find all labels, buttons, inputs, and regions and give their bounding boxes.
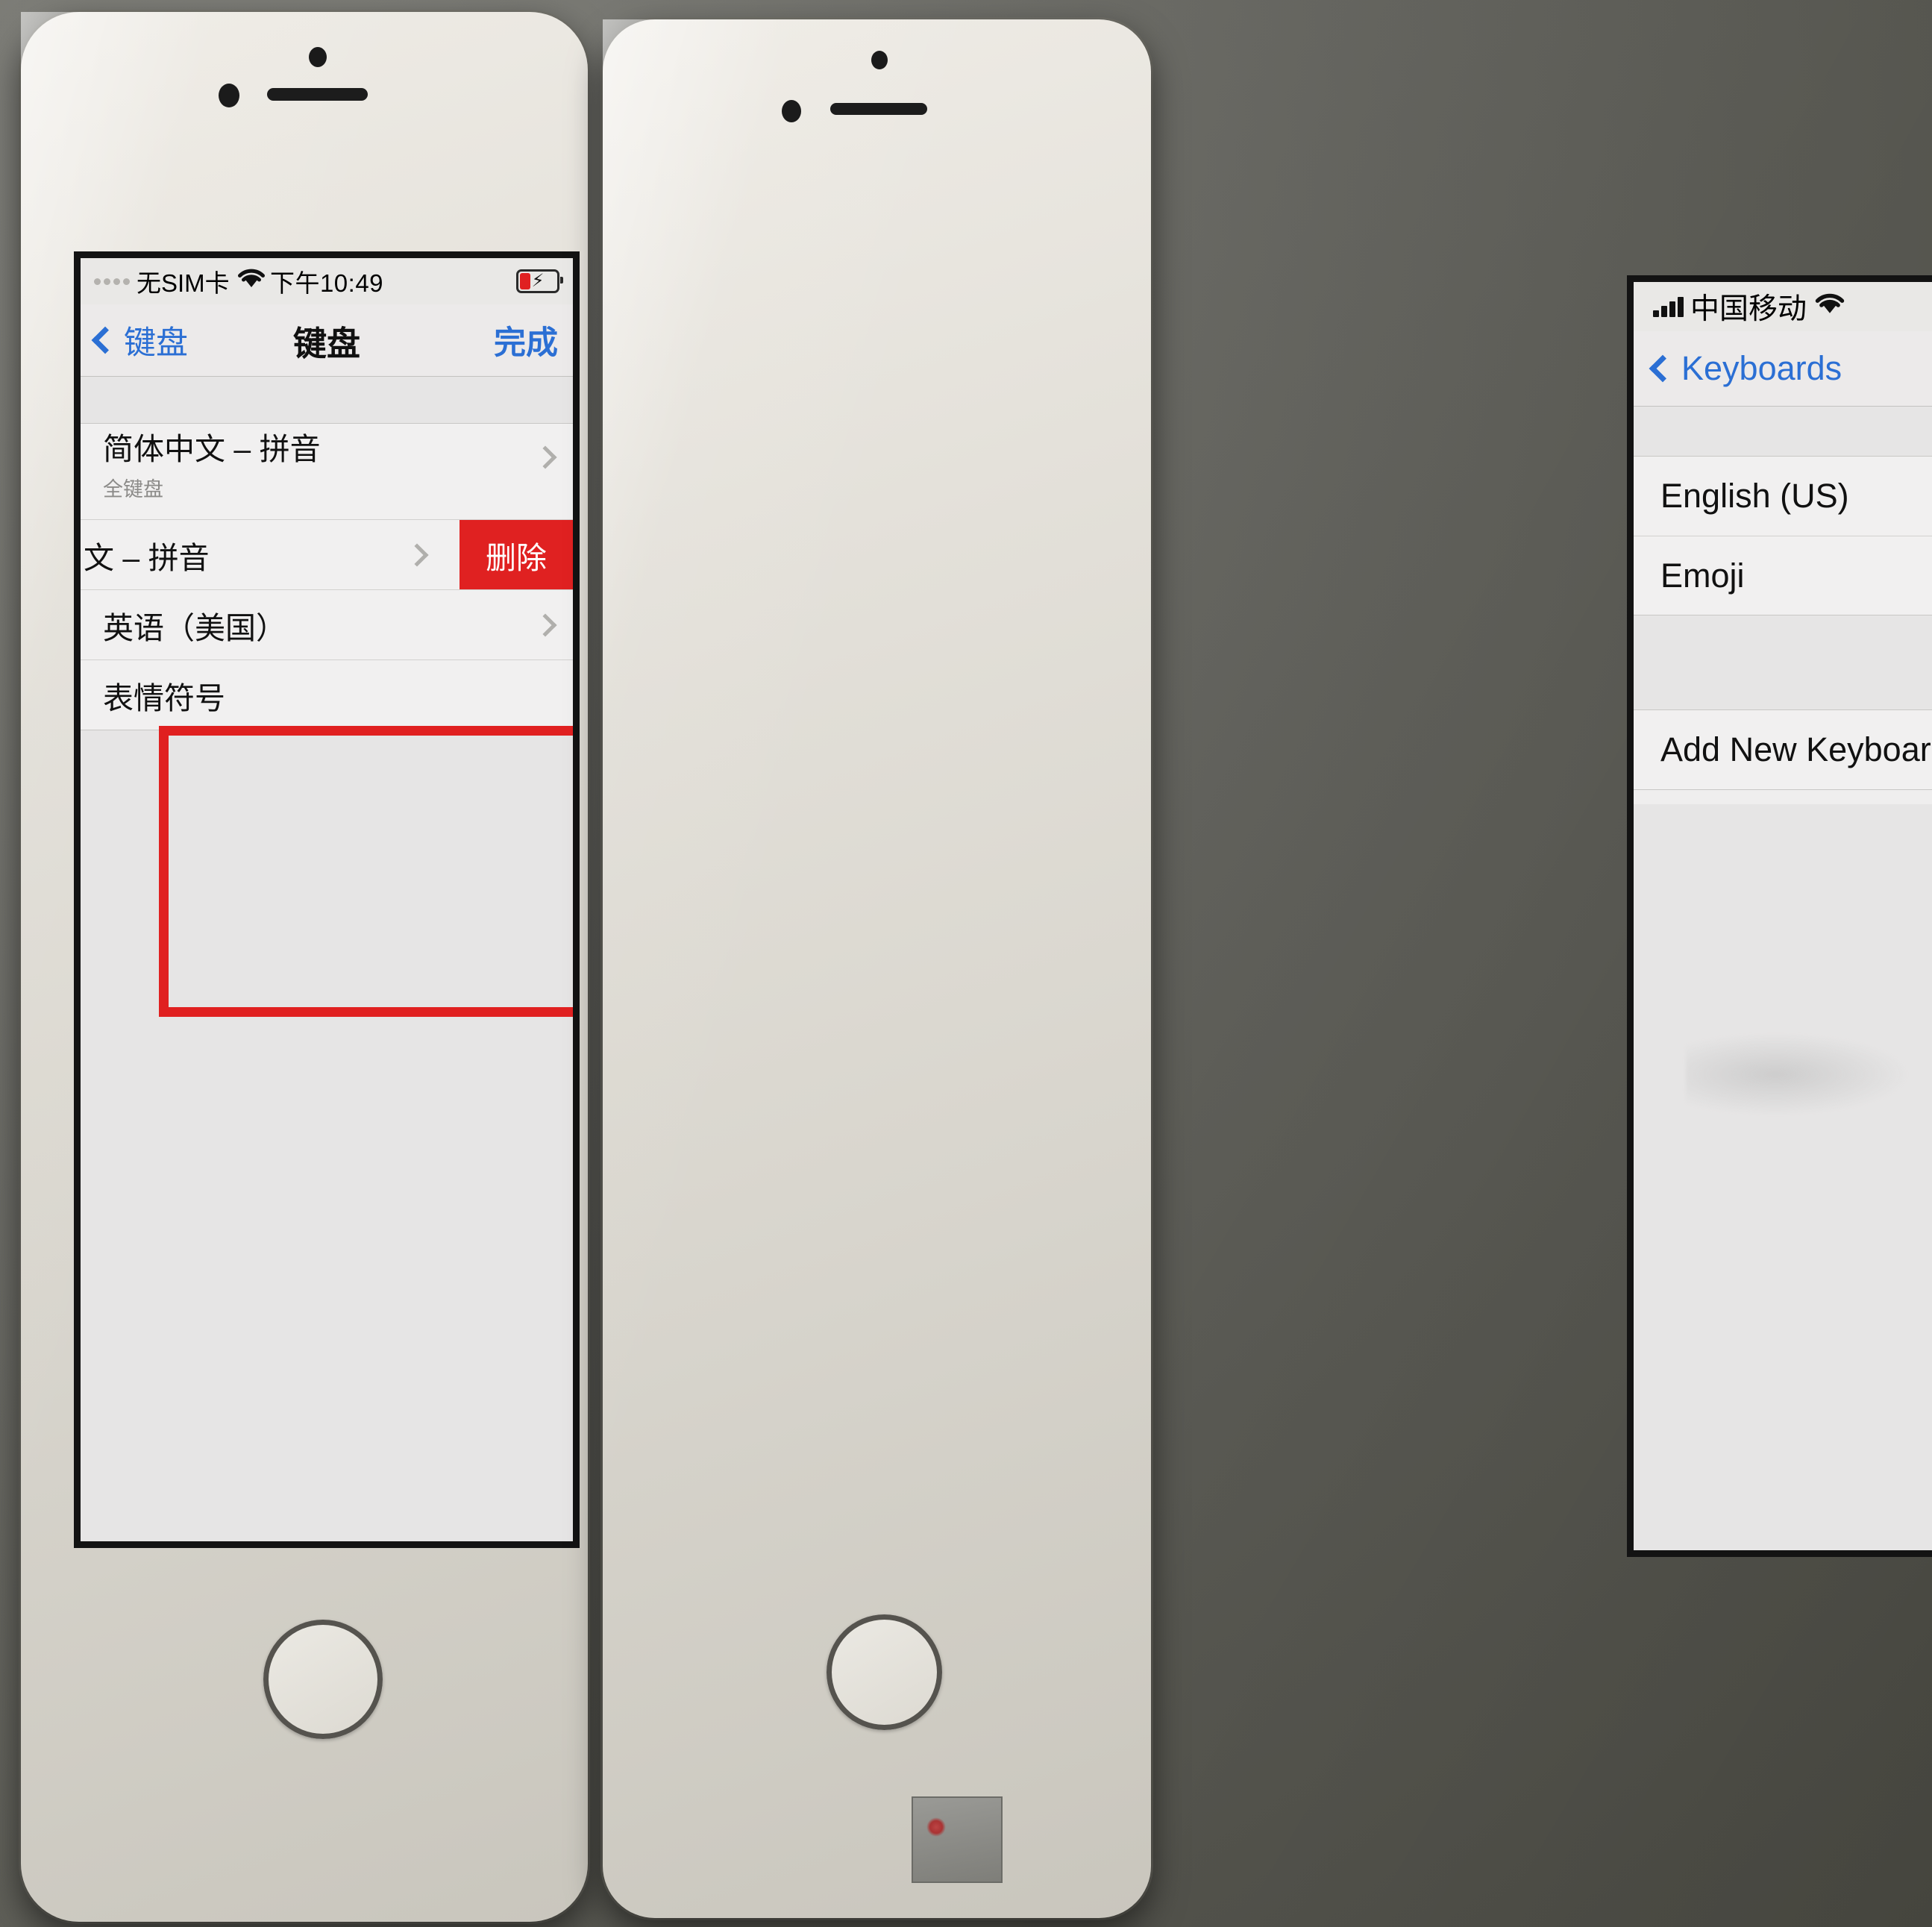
signal-bars-icon xyxy=(1653,296,1684,317)
add-keyboard-group: Add New Keyboard... xyxy=(1634,709,1932,790)
list-bottom-spacer xyxy=(1634,804,1932,1550)
row-label: 简体中文 – 拼音 xyxy=(103,432,321,466)
list-top-spacer xyxy=(1634,407,1932,456)
row-label: Add New Keyboard... xyxy=(1660,730,1932,768)
navigation-bar: Keyboards Keyboards Edit xyxy=(1634,331,1932,407)
row-label: English (US) xyxy=(1660,477,1849,515)
wifi-icon xyxy=(1813,290,1846,323)
table-row[interactable]: 文 – 拼音 删除 xyxy=(81,519,573,589)
phone-left-chassis: 无SIM卡 下午10:49 ⚡ 键盘 键盘 完成 简体中文 – 拼音 全键盘 文… xyxy=(21,12,588,1922)
back-button-label: Keyboards xyxy=(1681,349,1842,387)
add-new-keyboard-row[interactable]: Add New Keyboard... xyxy=(1634,710,1932,789)
row-label: 英语（美国） xyxy=(103,610,286,645)
earpiece-speaker-icon xyxy=(830,103,927,115)
chevron-right-icon xyxy=(533,612,557,637)
chevron-left-icon xyxy=(1649,354,1677,383)
home-button[interactable] xyxy=(263,1620,383,1739)
list-section-spacer xyxy=(1634,615,1932,709)
status-bar: 中国移动 10:49 PM 16% ⚡ xyxy=(1634,282,1932,331)
row-sublabel: 全键盘 xyxy=(103,478,163,501)
chevron-right-icon xyxy=(405,542,429,567)
row-label: 表情符号 xyxy=(103,680,225,715)
table-row[interactable]: 英语（美国） xyxy=(81,589,573,659)
signal-dots-icon xyxy=(94,278,130,285)
home-button[interactable] xyxy=(827,1614,942,1730)
back-button[interactable]: Keyboards xyxy=(1649,349,1842,388)
battery-charging-icon: ⚡ xyxy=(516,269,563,293)
chevron-right-icon xyxy=(533,445,557,469)
keyboards-group: 简体中文 – 拼音 全键盘 文 – 拼音 删除 英语（美国） 表情符号 xyxy=(81,423,573,730)
phone-right-chassis: 中国移动 10:49 PM 16% ⚡ Keyboard xyxy=(603,19,1932,1918)
proximity-sensor-icon xyxy=(219,84,239,107)
carrier-label: 无SIM卡 xyxy=(137,269,230,297)
list-top-spacer xyxy=(81,377,573,423)
proximity-sensor-icon xyxy=(782,100,801,122)
row-label: Emoji xyxy=(1660,556,1745,595)
back-button-label: 键盘 xyxy=(124,325,188,361)
front-camera-icon xyxy=(871,51,888,69)
right-phone-screen: 中国移动 10:49 PM 16% ⚡ Keyboard xyxy=(1634,282,1932,1550)
table-row[interactable]: 简体中文 – 拼音 全键盘 xyxy=(81,424,573,519)
chevron-left-icon xyxy=(91,326,119,354)
done-button[interactable]: 完成 xyxy=(494,317,558,363)
status-time: 下午10:49 xyxy=(269,269,384,297)
carrier-label: 中国移动 xyxy=(1690,293,1807,325)
delete-button[interactable]: 删除 xyxy=(460,520,573,589)
table-row[interactable]: 表情符号 xyxy=(81,659,573,730)
row-label: 文 – 拼音 xyxy=(84,540,210,575)
settings-list[interactable]: 简体中文 – 拼音 全键盘 文 – 拼音 删除 英语（美国） 表情符号 xyxy=(81,377,573,1541)
back-button[interactable]: 键盘 xyxy=(91,317,188,363)
list-bottom-spacer xyxy=(81,795,573,1541)
earpiece-speaker-icon xyxy=(267,88,368,101)
left-phone-screen: 无SIM卡 下午10:49 ⚡ 键盘 键盘 完成 简体中文 – 拼音 全键盘 文… xyxy=(81,258,573,1541)
navigation-bar: 键盘 键盘 完成 xyxy=(81,304,573,377)
table-row[interactable]: Emoji xyxy=(1634,536,1932,615)
keyboards-group: English (US) Emoji xyxy=(1634,456,1932,615)
table-row[interactable]: English (US) xyxy=(1634,457,1932,536)
settings-list[interactable]: English (US) Emoji Add New Keyboard... xyxy=(1634,407,1932,1550)
front-camera-icon xyxy=(309,47,327,67)
status-bar: 无SIM卡 下午10:49 ⚡ xyxy=(81,258,573,304)
label-sticker xyxy=(912,1796,1003,1883)
wifi-icon xyxy=(236,267,266,295)
